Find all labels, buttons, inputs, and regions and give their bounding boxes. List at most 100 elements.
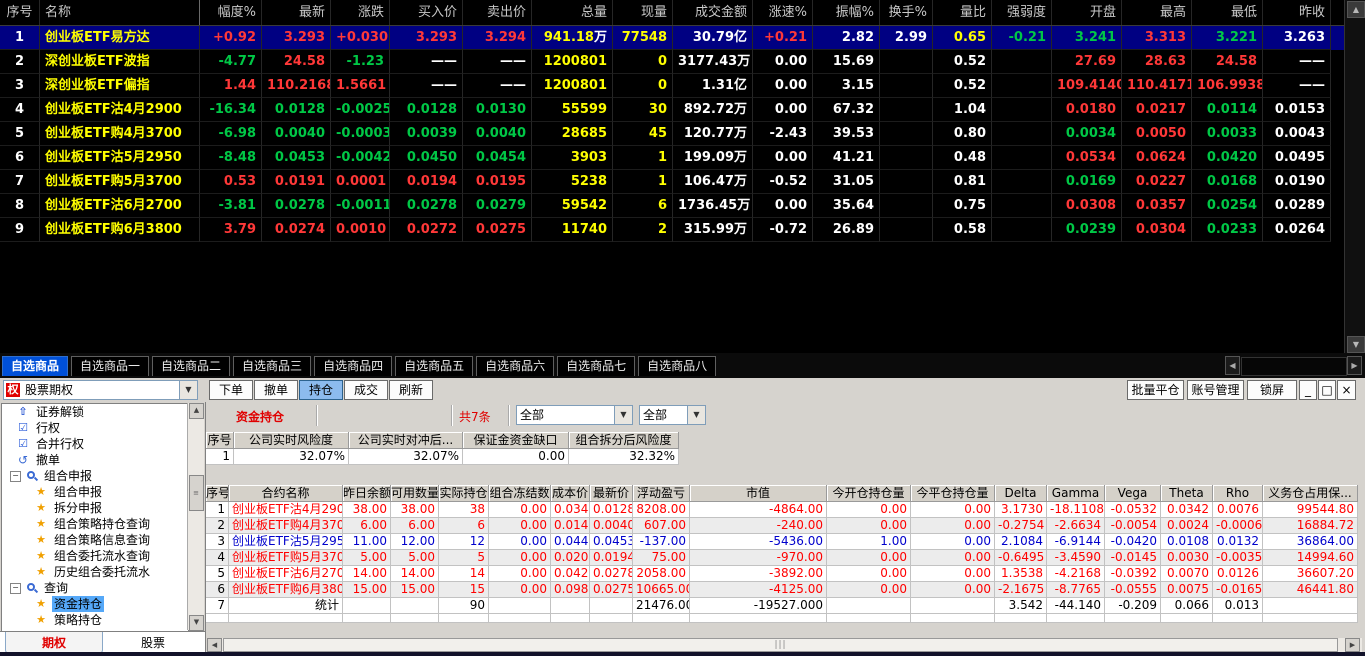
tab-scroll-right-icon[interactable]: ▶ bbox=[1347, 356, 1362, 375]
positions-header-cell[interactable]: 昨日余额 bbox=[343, 485, 391, 502]
risk-table-row[interactable]: 1 32.07% 32.07% 0.00 32.32% bbox=[206, 449, 679, 465]
quote-header-cell[interactable]: 涨跌 bbox=[331, 0, 390, 25]
scroll-right-icon[interactable]: ▶ bbox=[1345, 638, 1360, 652]
scroll-thumb[interactable]: ||| bbox=[223, 638, 1338, 652]
quote-row[interactable]: 3 深创业板ETF偏指 1.44 110.2168 1.5661 —— —— 1200801 0… bbox=[0, 74, 1365, 98]
quote-row[interactable]: 7 创业板ETF购5月3700 0.53 0.0191 0.0001 0.0194 0.01… bbox=[0, 170, 1365, 194]
quote-vertical-scrollbar[interactable]: ▲ ▼ bbox=[1344, 0, 1365, 353]
quote-header-cell[interactable]: 最高 bbox=[1122, 0, 1192, 25]
product-tab[interactable]: 自选商品五 bbox=[395, 356, 474, 376]
product-tab[interactable]: 自选商品六 bbox=[476, 356, 555, 376]
positions-header-cell[interactable]: 成本价 bbox=[551, 485, 590, 502]
positions-table-row[interactable]: 7统计 90 21476.000-19527.000 3.542-44.140-0.2… bbox=[206, 598, 1358, 614]
risk-header-cell[interactable]: 序号 bbox=[206, 432, 234, 449]
chevron-down-icon[interactable]: ▼ bbox=[687, 406, 705, 424]
quote-header-cell[interactable]: 名称 bbox=[40, 0, 200, 25]
positions-header-cell[interactable]: 合约名称 bbox=[229, 485, 343, 502]
maximize-button[interactable]: □ bbox=[1318, 380, 1336, 400]
positions-header-cell[interactable]: 最新价 bbox=[590, 485, 633, 502]
quote-header-cell[interactable]: 现量 bbox=[613, 0, 673, 25]
order-button-刷新[interactable]: 刷新 bbox=[389, 380, 433, 400]
tab-scroll-left-icon[interactable]: ◀ bbox=[1225, 356, 1240, 375]
tree-vertical-scrollbar[interactable]: ▲ ≡ ▼ bbox=[187, 403, 204, 631]
tree-item[interactable]: ★ 资金持仓 bbox=[2, 596, 188, 612]
positions-header-cell[interactable]: Gamma bbox=[1047, 485, 1105, 502]
horizontal-scrollbar[interactable]: ◀ ||| ▶ bbox=[207, 638, 1362, 652]
tree-item[interactable]: ★ 拆分申报 bbox=[2, 500, 188, 516]
tree-item[interactable]: − 查询 bbox=[2, 580, 188, 596]
quote-header-cell[interactable]: 昨收 bbox=[1263, 0, 1331, 25]
positions-header-cell[interactable]: 实际持仓 bbox=[439, 485, 489, 502]
quote-header-cell[interactable]: 买入价 bbox=[390, 0, 463, 25]
tab-scroll-track[interactable] bbox=[1241, 357, 1347, 376]
positions-header-cell[interactable]: 组合冻结数 bbox=[489, 485, 551, 502]
product-tab[interactable]: 自选商品 bbox=[2, 356, 69, 376]
positions-header-cell[interactable]: 序号 bbox=[206, 485, 229, 502]
product-tab[interactable]: 自选商品四 bbox=[314, 356, 393, 376]
chevron-down-icon[interactable]: ▼ bbox=[614, 406, 632, 424]
tree-item[interactable]: − 组合申报 bbox=[2, 468, 188, 484]
risk-header-cell[interactable]: 保证金资金缺口 bbox=[463, 432, 569, 449]
quote-row[interactable]: 9 创业板ETF购6月3800 3.79 0.0274 0.0010 0.0272 0.02… bbox=[0, 218, 1365, 242]
positions-table-row[interactable]: 3创业板ETF沽5月295011.0012.00120.000.04420.04… bbox=[206, 534, 1358, 550]
positions-header-cell[interactable]: Delta bbox=[995, 485, 1047, 502]
tree-item[interactable]: ★ 策略持仓 bbox=[2, 612, 188, 628]
positions-header-cell[interactable]: Rho bbox=[1213, 485, 1263, 502]
quote-row[interactable]: 5 创业板ETF购4月3700 -6.98 0.0040 -0.0003 0.0039 0.… bbox=[0, 122, 1365, 146]
quote-header-cell[interactable]: 强弱度 bbox=[992, 0, 1052, 25]
quote-row[interactable]: 1 创业板ETF易方达 +0.92 3.293 +0.030 3.293 3.294 941.… bbox=[0, 26, 1365, 50]
quote-header-cell[interactable]: 量比 bbox=[933, 0, 992, 25]
quote-row[interactable]: 2 深创业板ETF波指 -4.77 24.58 -1.23 —— —— 1200801 0 317… bbox=[0, 50, 1365, 74]
tree-item[interactable]: ★ 组合策略信息查询 bbox=[2, 532, 188, 548]
positions-header-cell[interactable]: Theta bbox=[1161, 485, 1213, 502]
toolbar-button-账号管理[interactable]: 账号管理 bbox=[1187, 380, 1244, 400]
tree-item[interactable]: ☑ 行权 bbox=[2, 420, 188, 436]
quote-header-cell[interactable]: 涨速% bbox=[753, 0, 813, 25]
positions-header-cell[interactable]: 可用数量 bbox=[391, 485, 439, 502]
tree-item[interactable]: ⇧ 证券解锁 bbox=[2, 404, 188, 420]
scroll-up-icon[interactable]: ▲ bbox=[1347, 1, 1365, 18]
order-button-撤单[interactable]: 撤单 bbox=[254, 380, 298, 400]
quote-header-cell[interactable]: 幅度% bbox=[200, 0, 262, 25]
quote-row[interactable]: 4 创业板ETF沽4月2900 -16.34 0.0128 -0.0025 0.0128 0… bbox=[0, 98, 1365, 122]
positions-table-row[interactable]: 6创业板ETF购6月380015.0015.00150.000.09860.02… bbox=[206, 582, 1358, 598]
risk-header-cell[interactable]: 公司实时风险度 bbox=[234, 432, 349, 449]
scroll-down-icon[interactable]: ▼ bbox=[1347, 336, 1365, 353]
quote-row[interactable]: 8 创业板ETF沽6月2700 -3.81 0.0278 -0.0011 0.0278 0.… bbox=[0, 194, 1365, 218]
quote-row[interactable]: 6 创业板ETF沽5月2950 -8.48 0.0453 -0.0042 0.0450 0.… bbox=[0, 146, 1365, 170]
scroll-up-icon[interactable]: ▲ bbox=[189, 403, 204, 419]
quote-header-cell[interactable]: 最新 bbox=[262, 0, 331, 25]
tree-item[interactable]: ★ 组合策略持仓查询 bbox=[2, 516, 188, 532]
positions-table-row[interactable]: 4创业板ETF购5月37005.005.0050.000.02090.01947… bbox=[206, 550, 1358, 566]
positions-header-cell[interactable]: Vega bbox=[1105, 485, 1161, 502]
scroll-down-icon[interactable]: ▼ bbox=[189, 615, 204, 631]
quote-header-cell[interactable]: 卖出价 bbox=[463, 0, 532, 25]
positions-header-cell[interactable]: 市值 bbox=[690, 485, 827, 502]
filter-combo-2[interactable]: 全部 ▼ bbox=[639, 405, 706, 425]
positions-header-cell[interactable]: 今开仓持仓量 bbox=[827, 485, 911, 502]
toolbar-button-锁屏[interactable]: 锁屏 bbox=[1247, 380, 1297, 400]
product-tab[interactable]: 自选商品八 bbox=[638, 356, 717, 376]
order-button-下单[interactable]: 下单 bbox=[209, 380, 253, 400]
quote-header-cell[interactable]: 换手% bbox=[880, 0, 933, 25]
filter-combo-1[interactable]: 全部 ▼ bbox=[516, 405, 633, 425]
risk-header-cell[interactable]: 公司实时对冲后... bbox=[349, 432, 463, 449]
positions-header-cell[interactable]: 今平仓持仓量 bbox=[911, 485, 995, 502]
collapse-box-icon[interactable]: − bbox=[10, 470, 21, 482]
product-tab[interactable]: 自选商品七 bbox=[557, 356, 636, 376]
quote-header-cell[interactable]: 序号 bbox=[0, 0, 40, 25]
positions-table-row[interactable]: 2创业板ETF购4月37006.006.0060.000.01410.00406… bbox=[206, 518, 1358, 534]
positions-table-row[interactable]: 1创业板ETF沽4月290038.0038.00380.000.03440.01… bbox=[206, 502, 1358, 518]
collapse-box-icon[interactable]: − bbox=[10, 582, 21, 594]
risk-header-cell[interactable]: 组合拆分后风险度 bbox=[569, 432, 679, 449]
minimize-button[interactable]: _ bbox=[1299, 380, 1317, 400]
tree-item[interactable]: ★ 历史组合委托流水 bbox=[2, 564, 188, 580]
tree-item[interactable]: ☑ 合并行权 bbox=[2, 436, 188, 452]
scroll-left-icon[interactable]: ◀ bbox=[207, 638, 222, 652]
tab-options[interactable]: 期权 bbox=[5, 632, 103, 654]
quote-header-cell[interactable]: 最低 bbox=[1192, 0, 1263, 25]
tree-item[interactable]: ↺ 撤单 bbox=[2, 452, 188, 468]
quote-header-cell[interactable]: 总量 bbox=[532, 0, 613, 25]
product-tab[interactable]: 自选商品一 bbox=[71, 356, 150, 376]
quote-header-cell[interactable]: 开盘 bbox=[1052, 0, 1122, 25]
